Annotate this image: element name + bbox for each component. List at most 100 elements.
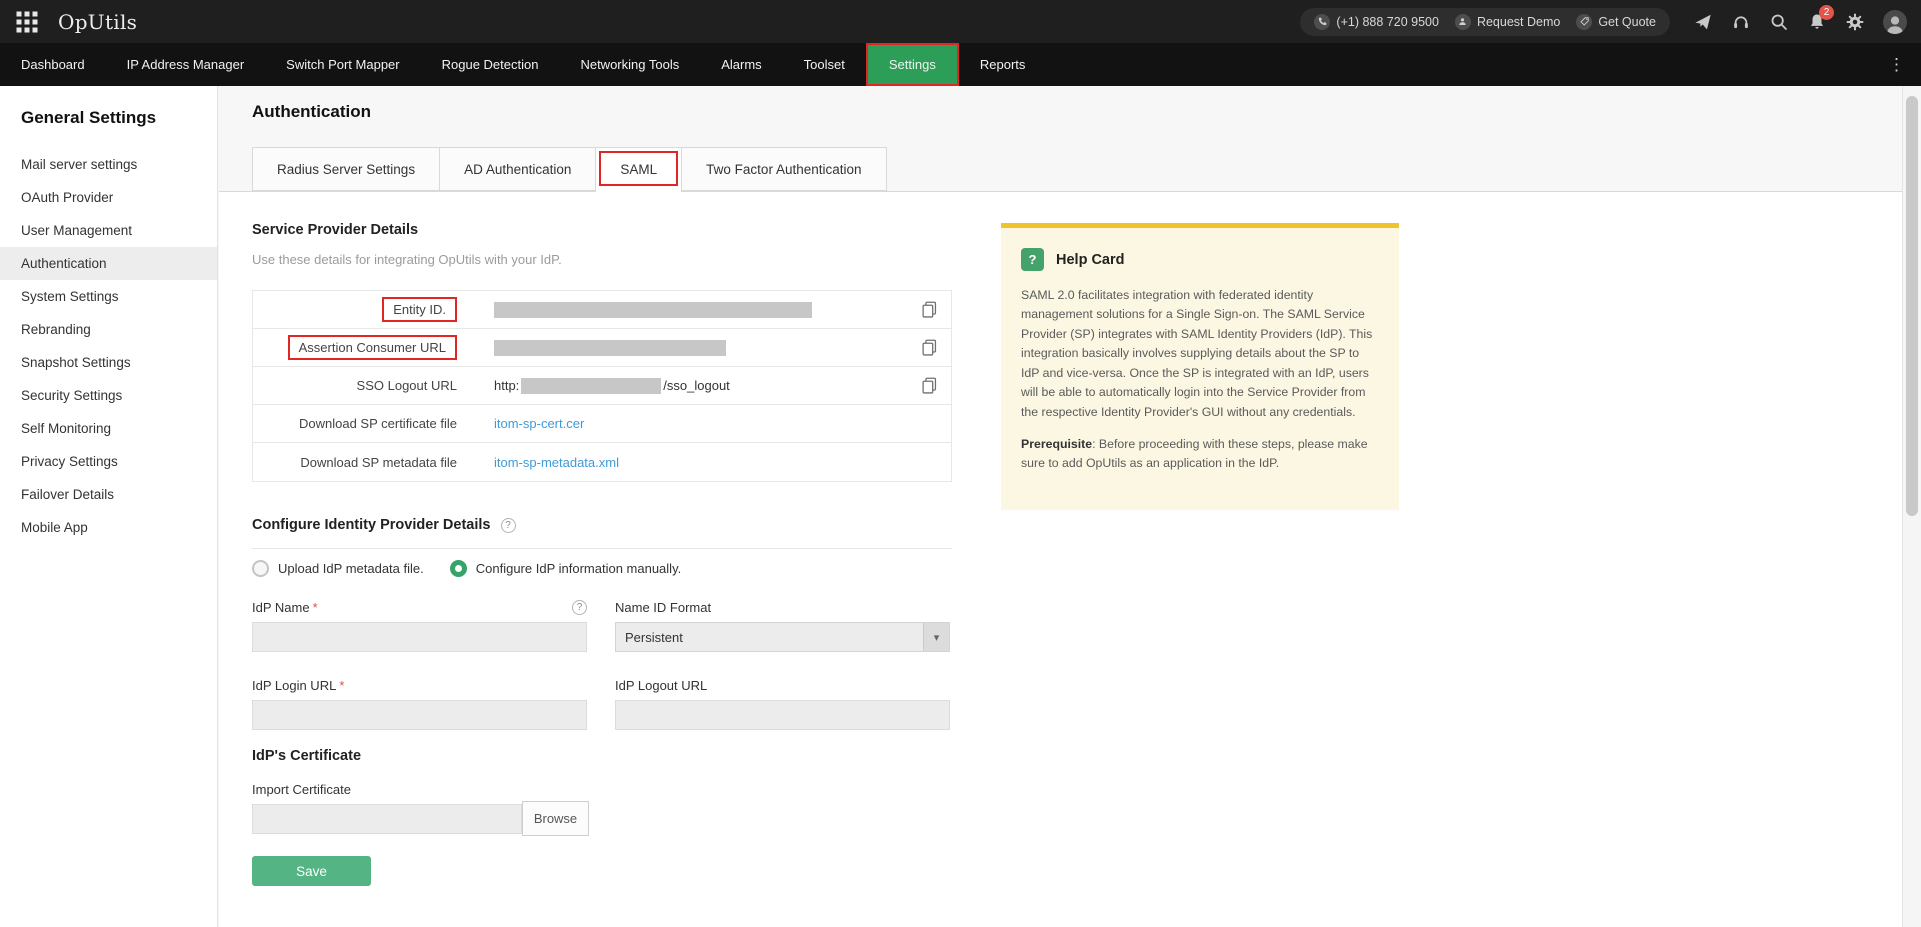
radio-upload-idp-metadata[interactable]: Upload IdP metadata file. xyxy=(252,560,424,577)
save-button[interactable]: Save xyxy=(252,856,371,886)
idp-name-input[interactable] xyxy=(252,622,587,652)
app-logo: OpUtils xyxy=(58,9,138,34)
nav-rogue-detection[interactable]: Rogue Detection xyxy=(421,43,560,86)
sidebar-item-snapshot-settings[interactable]: Snapshot Settings xyxy=(0,346,217,379)
nav-reports[interactable]: Reports xyxy=(959,43,1047,86)
idp-login-url-input[interactable] xyxy=(252,700,587,730)
idp-details-help-icon[interactable]: ? xyxy=(500,517,516,533)
table-row-sso-logout-url: SSO Logout URL http: /sso_logout xyxy=(253,367,951,405)
send-feedback-icon[interactable] xyxy=(1693,12,1712,31)
tab-ad-authentication[interactable]: AD Authentication xyxy=(440,147,597,191)
get-quote-label: Get Quote xyxy=(1598,14,1656,29)
sp-details-table: Entity ID. Assertion Consumer URL SSO Lo… xyxy=(252,290,952,482)
name-id-format-label: Name ID Format xyxy=(615,600,712,615)
help-card-title: Help Card xyxy=(1056,251,1125,268)
radio-configure-idp-manually-control[interactable] xyxy=(449,560,467,577)
notification-badge: 2 xyxy=(1819,5,1834,20)
topbar-actions: (+1) 888 720 9500 Request Demo Get Quote xyxy=(1300,5,1921,36)
help-card-header: ? Help Card xyxy=(1021,248,1379,271)
tab-saml[interactable]: SAML xyxy=(596,147,683,192)
sidebar-item-mail-server-settings[interactable]: Mail server settings xyxy=(0,148,217,181)
search-icon[interactable] xyxy=(1769,12,1788,31)
phone-contact[interactable]: (+1) 888 720 9500 xyxy=(1314,13,1439,30)
main-nav: Dashboard IP Address Manager Switch Port… xyxy=(0,43,1921,86)
get-quote-button[interactable]: Get Quote xyxy=(1576,13,1656,30)
name-id-format-value: Persistent xyxy=(625,629,683,645)
sidebar-item-system-settings[interactable]: System Settings xyxy=(0,280,217,313)
nav-toolset[interactable]: Toolset xyxy=(783,43,866,86)
sso-logout-url-prefix: http: xyxy=(494,378,520,393)
copy-sso-logout-icon[interactable] xyxy=(921,377,939,395)
idp-name-label-row: IdP Name * ? xyxy=(252,600,587,615)
sp-metadata-value-cell: itom-sp-metadata.xml xyxy=(457,455,951,470)
auth-tabs: Radius Server Settings AD Authentication… xyxy=(252,147,887,192)
sidebar-item-privacy-settings[interactable]: Privacy Settings xyxy=(0,445,217,478)
idp-config-mode-radios: Upload IdP metadata file. Configure IdP … xyxy=(252,560,681,577)
vertical-scrollbar[interactable] xyxy=(1902,86,1921,927)
table-row-acs-url: Assertion Consumer URL xyxy=(253,329,951,367)
sidebar-list: Mail server settings OAuth Provider User… xyxy=(0,148,217,544)
phone-number: (+1) 888 720 9500 xyxy=(1336,14,1439,29)
sidebar-item-user-management[interactable]: User Management xyxy=(0,214,217,247)
copy-entity-id-icon[interactable] xyxy=(921,301,939,319)
more-menu-icon[interactable]: ⋮ xyxy=(1872,43,1921,86)
request-demo-label: Request Demo xyxy=(1476,14,1561,29)
radio-configure-idp-manually[interactable]: Configure IdP information manually. xyxy=(449,560,681,577)
idp-certificate-heading: IdP's Certificate xyxy=(252,748,362,764)
request-demo-button[interactable]: Request Demo xyxy=(1454,13,1561,30)
nav-switch-port-mapper[interactable]: Switch Port Mapper xyxy=(265,43,420,86)
sp-metadata-label: Download SP metadata file xyxy=(300,454,457,470)
request-demo-icon xyxy=(1454,13,1471,30)
idp-details-heading-row: Configure Identity Provider Details ? xyxy=(252,517,516,533)
sidebar-item-mobile-app[interactable]: Mobile App xyxy=(0,511,217,544)
redacted-acs-url-value xyxy=(494,339,726,356)
help-card: ? Help Card SAML 2.0 facilitates integra… xyxy=(1001,223,1399,511)
entity-id-value-cell xyxy=(457,301,921,318)
sidebar-item-failover-details[interactable]: Failover Details xyxy=(0,478,217,511)
nav-alarms[interactable]: Alarms xyxy=(700,43,782,86)
sidebar-item-oauth-provider[interactable]: OAuth Provider xyxy=(0,181,217,214)
radio-upload-idp-metadata-control[interactable] xyxy=(252,560,269,577)
browse-button[interactable]: Browse xyxy=(522,801,589,836)
entity-id-label-cell: Entity ID. xyxy=(253,297,457,322)
sidebar-item-authentication[interactable]: Authentication xyxy=(0,247,217,280)
nav-dashboard[interactable]: Dashboard xyxy=(0,43,106,86)
sso-logout-label: SSO Logout URL xyxy=(356,378,457,393)
idp-logout-url-input[interactable] xyxy=(615,700,950,730)
section-divider xyxy=(252,548,952,549)
scrollbar-thumb[interactable] xyxy=(1906,96,1918,516)
nav-networking-tools[interactable]: Networking Tools xyxy=(559,43,700,86)
sidebar-item-self-monitoring[interactable]: Self Monitoring xyxy=(0,412,217,445)
nav-settings[interactable]: Settings xyxy=(865,43,959,86)
sp-metadata-download-link[interactable]: itom-sp-metadata.xml xyxy=(494,455,619,470)
nav-ip-address-manager[interactable]: IP Address Manager xyxy=(106,43,266,86)
sp-details-description: Use these details for integrating OpUtil… xyxy=(252,252,562,267)
table-row-entity-id: Entity ID. xyxy=(253,291,951,329)
sp-certificate-download-link[interactable]: itom-sp-cert.cer xyxy=(494,416,584,431)
notifications-bell-icon[interactable]: 2 xyxy=(1807,5,1834,31)
import-certificate-input[interactable] xyxy=(252,804,522,834)
sso-logout-label-cell: SSO Logout URL xyxy=(253,378,457,393)
page-title: Authentication xyxy=(252,102,371,121)
user-avatar[interactable] xyxy=(1883,9,1907,34)
sidebar-item-rebranding[interactable]: Rebranding xyxy=(0,313,217,346)
table-row-sp-certificate: Download SP certificate file itom-sp-cer… xyxy=(253,405,951,443)
name-id-format-select[interactable]: Persistent ▾ xyxy=(615,622,950,652)
idp-login-url-label-row: IdP Login URL * xyxy=(252,678,344,693)
settings-sidebar: General Settings Mail server settings OA… xyxy=(0,86,218,927)
settings-gear-icon[interactable] xyxy=(1845,12,1864,31)
redacted-entity-id-value xyxy=(494,301,812,318)
table-row-sp-metadata: Download SP metadata file itom-sp-metada… xyxy=(253,443,951,481)
tab-two-factor-authentication[interactable]: Two Factor Authentication xyxy=(682,147,887,191)
idp-name-help-icon[interactable]: ? xyxy=(572,600,587,615)
copy-acs-url-icon[interactable] xyxy=(921,339,939,357)
sidebar-item-security-settings[interactable]: Security Settings xyxy=(0,379,217,412)
chevron-down-icon: ▾ xyxy=(923,623,949,651)
phone-icon xyxy=(1314,13,1331,30)
apps-grid-icon[interactable] xyxy=(16,11,38,33)
idp-logout-url-label: IdP Logout URL xyxy=(615,678,708,693)
support-headset-icon[interactable] xyxy=(1731,12,1750,31)
tab-radius-server-settings[interactable]: Radius Server Settings xyxy=(252,147,441,191)
sidebar-title: General Settings xyxy=(21,108,157,127)
acs-url-label-cell: Assertion Consumer URL xyxy=(253,335,457,360)
